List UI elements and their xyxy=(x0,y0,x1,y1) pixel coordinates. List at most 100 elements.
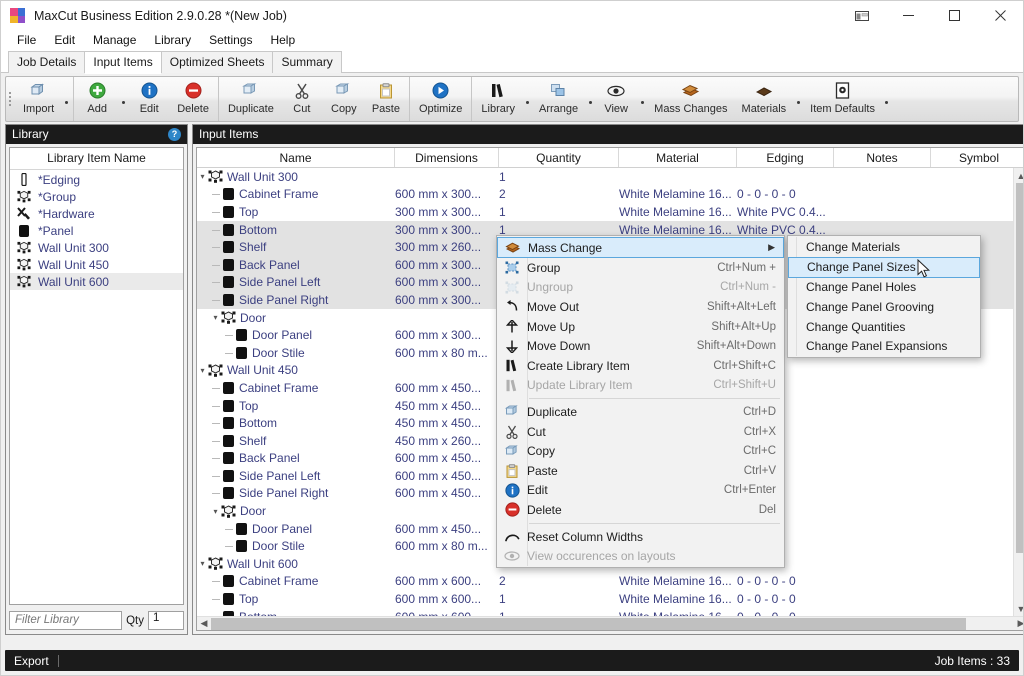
import-label: Import xyxy=(23,103,55,115)
horizontal-scrollbar[interactable]: ◀ ▶ xyxy=(197,616,1023,631)
paste-button[interactable]: Paste xyxy=(365,77,407,121)
horizontal-scrollbar-thumb[interactable] xyxy=(211,617,966,630)
import-button[interactable]: Import xyxy=(16,77,61,121)
item-name-label: Top xyxy=(239,204,259,219)
qty-input[interactable]: 1 xyxy=(148,611,184,630)
context-menu-item-mass-change[interactable]: Mass Change ▶ xyxy=(497,237,784,258)
add-dropdown-arrow[interactable] xyxy=(118,77,128,121)
library-item-panel[interactable]: *Panel xyxy=(10,222,183,239)
expand-collapse-icon[interactable]: ▾ xyxy=(197,558,208,569)
expand-collapse-icon[interactable]: ▾ xyxy=(197,171,208,182)
mass-changes-button[interactable]: Mass Changes xyxy=(647,77,734,121)
cut-button[interactable]: Cut xyxy=(281,77,323,121)
view-button[interactable]: View xyxy=(595,77,637,121)
context-menu-item-edit[interactable]: Edit Ctrl+Enter xyxy=(497,481,784,501)
item-defaults-dropdown-arrow[interactable] xyxy=(882,77,892,121)
context-menu-item-duplicate[interactable]: Duplicate Ctrl+D xyxy=(497,402,784,422)
library-button[interactable]: Library xyxy=(474,77,522,121)
delete-button[interactable]: Delete xyxy=(170,77,216,121)
tab-summary[interactable]: Summary xyxy=(272,51,342,73)
materials-button[interactable]: Materials xyxy=(735,77,794,121)
table-row[interactable]: Cabinet Frame 600 mm x 300... 2 White Melam… xyxy=(197,186,1013,204)
toolbar-grip[interactable] xyxy=(6,77,14,121)
submenu-item-change-panel-sizes[interactable]: Change Panel Sizes xyxy=(788,256,980,278)
library-item-hardware[interactable]: *Hardware xyxy=(10,205,183,222)
column-header-symbol[interactable]: Symbol xyxy=(931,148,1023,167)
submenu-item-change-panel-expansions[interactable]: Change Panel Expansions xyxy=(788,336,980,356)
context-menu-item-copy[interactable]: Copy Ctrl+C xyxy=(497,441,784,461)
column-header-quantity[interactable]: Quantity xyxy=(499,148,619,167)
import-dropdown-arrow[interactable] xyxy=(61,77,71,121)
context-menu-item-move-out[interactable]: Move Out Shift+Alt+Left xyxy=(497,297,784,317)
menu-settings[interactable]: Settings xyxy=(200,31,261,50)
horizontal-scrollbar-track[interactable] xyxy=(211,617,1014,631)
context-menu-item-label: Edit xyxy=(527,483,548,498)
item-defaults-button[interactable]: Item Defaults xyxy=(803,77,882,121)
column-header-dimensions[interactable]: Dimensions xyxy=(395,148,499,167)
submenu-item-change-materials[interactable]: Change Materials xyxy=(788,237,980,257)
column-header-notes[interactable]: Notes xyxy=(834,148,931,167)
close-icon[interactable] xyxy=(977,1,1023,30)
submenu-item-change-quantities[interactable]: Change Quantities xyxy=(788,317,980,337)
arrange-button[interactable]: Arrange xyxy=(532,77,585,121)
library-item-wall-unit-600[interactable]: Wall Unit 600 xyxy=(10,273,183,290)
expand-collapse-icon[interactable]: ▾ xyxy=(197,365,208,376)
library-item-wall-unit-450[interactable]: Wall Unit 450 xyxy=(10,256,183,273)
edit-button[interactable]: Edit xyxy=(128,77,170,121)
maximize-icon[interactable] xyxy=(931,1,977,30)
menu-help[interactable]: Help xyxy=(261,31,304,50)
context-menu-item-move-up[interactable]: Move Up Shift+Alt+Up xyxy=(497,317,784,337)
scroll-left-icon[interactable]: ◀ xyxy=(197,618,211,629)
library-item-wall-unit-300[interactable]: Wall Unit 300 xyxy=(10,239,183,256)
optimize-button[interactable]: Optimize xyxy=(412,77,469,121)
minimize-icon[interactable] xyxy=(885,1,931,30)
library-item-edging[interactable]: *Edging xyxy=(10,171,183,188)
view-dropdown-arrow[interactable] xyxy=(637,77,647,121)
table-row[interactable]: ▾ Wall Unit 300 1 xyxy=(197,168,1013,186)
library-dropdown-arrow[interactable] xyxy=(522,77,532,121)
table-row[interactable]: Top 300 mm x 300... 1 White Melamine 16... W… xyxy=(197,203,1013,221)
submenu-item-change-panel-grooving[interactable]: Change Panel Grooving xyxy=(788,297,980,317)
column-header-name[interactable]: Name xyxy=(197,148,395,167)
library-item-group[interactable]: *Group xyxy=(10,188,183,205)
column-header-material[interactable]: Material xyxy=(619,148,737,167)
menu-file[interactable]: File xyxy=(8,31,45,50)
copy-icon xyxy=(335,81,352,100)
scroll-right-icon[interactable]: ▶ xyxy=(1014,618,1023,629)
restore-down-icon[interactable] xyxy=(839,1,885,30)
context-menu-item-create-library-item[interactable]: Create Library Item Ctrl+Shift+C xyxy=(497,356,784,376)
export-button[interactable]: Export xyxy=(14,654,49,668)
context-menu-item-reset-column-widths[interactable]: Reset Column Widths xyxy=(497,527,784,547)
vertical-scrollbar[interactable]: ▲ ▼ xyxy=(1013,168,1023,616)
expand-collapse-icon[interactable]: ▾ xyxy=(210,506,221,517)
context-menu-item-group[interactable]: Group Ctrl+Num + xyxy=(497,258,784,278)
column-header-edging[interactable]: Edging xyxy=(737,148,834,167)
submenu-item-change-panel-holes[interactable]: Change Panel Holes xyxy=(788,278,980,298)
menu-library[interactable]: Library xyxy=(145,31,200,50)
table-row[interactable]: Bottom 600 mm x 600...1White Melamine 16.… xyxy=(197,608,1013,616)
vertical-scrollbar-thumb[interactable] xyxy=(1015,183,1023,553)
context-menu-item-cut[interactable]: Cut Ctrl+X xyxy=(497,422,784,442)
scroll-down-icon[interactable]: ▼ xyxy=(1014,601,1023,616)
scroll-up-icon[interactable]: ▲ xyxy=(1014,168,1023,183)
add-button[interactable]: Add xyxy=(76,77,118,121)
duplicate-button[interactable]: Duplicate xyxy=(221,77,281,121)
table-row[interactable]: Top 600 mm x 600... 1 White Melamine 16... 0… xyxy=(197,590,1013,608)
copy-button[interactable]: Copy xyxy=(323,77,365,121)
table-row[interactable]: Cabinet Frame 600 mm x 600... 2 White Melam… xyxy=(197,573,1013,591)
context-menu-item-move-down[interactable]: Move Down Shift+Alt+Down xyxy=(497,336,784,356)
expand-collapse-icon[interactable]: ▾ xyxy=(210,312,221,323)
filter-library-input[interactable]: Filter Library xyxy=(9,611,123,630)
tab-optimized-sheets[interactable]: Optimized Sheets xyxy=(160,51,274,73)
help-icon[interactable]: ? xyxy=(168,127,181,141)
tab-job-details[interactable]: Job Details xyxy=(8,51,86,73)
panel-icon xyxy=(236,522,247,535)
tab-input-items[interactable]: Input Items xyxy=(84,51,162,74)
arrange-dropdown-arrow[interactable] xyxy=(585,77,595,121)
panel-icon xyxy=(223,575,234,588)
menu-edit[interactable]: Edit xyxy=(45,31,84,50)
context-menu-item-paste[interactable]: Paste Ctrl+V xyxy=(497,461,784,481)
menu-manage[interactable]: Manage xyxy=(84,31,145,50)
materials-dropdown-arrow[interactable] xyxy=(793,77,803,121)
context-menu-item-delete[interactable]: Delete Del xyxy=(497,500,784,520)
